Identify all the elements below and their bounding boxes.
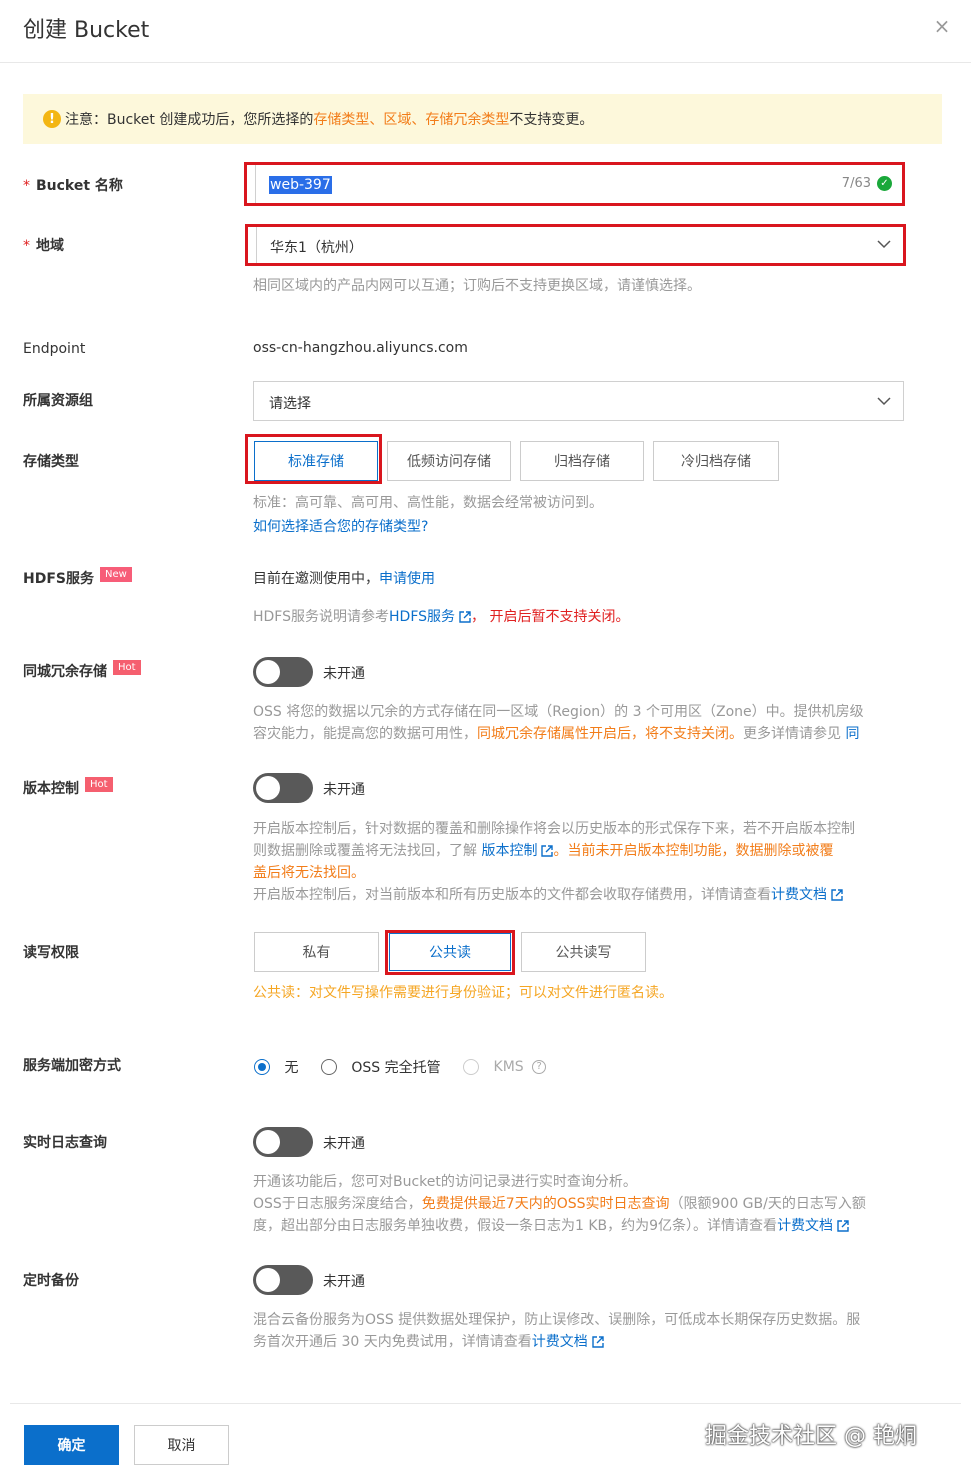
acl-help: 公共读：对文件写操作需要进行身份验证；可以对文件进行匿名读。 — [253, 985, 673, 1001]
endpoint-value: oss-cn-hangzhou.aliyuncs.com — [253, 340, 468, 356]
endpoint-label: Endpoint — [23, 341, 86, 357]
external-link-icon — [831, 889, 843, 901]
region-help: 相同区域内的产品内网可以互通；订购后不支持更换区域，请谨慎选择。 — [253, 278, 701, 294]
storage-class-label: 存储类型 — [23, 454, 79, 470]
versioning-state: 未开通 — [323, 782, 365, 798]
hdfs-doc-link[interactable]: HDFS服务 — [389, 609, 455, 625]
hot-badge: Hot — [85, 776, 113, 792]
hdfs-status: 目前在邀测使用中，申请使用 — [253, 571, 435, 587]
storage-class-guide-link[interactable]: 如何选择适合您的存储类型? — [253, 516, 428, 536]
hdfs-help: HDFS服务说明请参考HDFS服务， 开启后暂不支持关闭。 — [253, 609, 630, 625]
notice-storage-class: 存储类型 — [313, 112, 370, 128]
storage-class-help: 标准：高可靠、高可用、高性能，数据会经常被访问到。 — [253, 495, 603, 511]
resource-group-select[interactable]: 请选择 — [253, 381, 904, 421]
external-link-icon — [541, 845, 554, 857]
acl-public-read-write[interactable]: 公共读写 — [521, 932, 646, 972]
cancel-button[interactable]: 取消 — [134, 1425, 229, 1465]
header-divider — [0, 62, 971, 63]
backup-state: 未开通 — [323, 1274, 365, 1290]
acl-public-read[interactable]: 公共读 — [389, 933, 511, 971]
storage-class-archive[interactable]: 归档存储 — [520, 441, 644, 481]
versioning-billing-link[interactable]: 计费文档 — [771, 887, 827, 903]
bucket-name-label: * Bucket 名称 — [23, 178, 123, 194]
region-value: 华东1（杭州） — [270, 240, 363, 256]
hdfs-label: HDFS服务 New — [23, 566, 132, 588]
zrs-help: OSS 将您的数据以冗余的方式存储在同一区域（Region）的 3 个可用区（Z… — [253, 704, 864, 742]
realtime-log-state: 未开通 — [323, 1136, 365, 1152]
region-label: * 地域 — [23, 238, 64, 254]
external-link-icon — [459, 611, 471, 623]
notice-suffix: 不支持变更。 — [509, 112, 594, 128]
notice-prefix: 注意：Bucket 创建成功后，您所选择的 — [65, 112, 314, 128]
radio-encryption-none[interactable] — [254, 1059, 270, 1075]
encryption-options: 无 OSS 完全托管 KMS ? — [254, 1057, 547, 1077]
realtime-log-help: 开通该功能后，您可对Bucket的访问记录进行实时查询分析。 OSS于日志服务深… — [253, 1174, 866, 1234]
notice-region: 区域 — [383, 112, 412, 128]
region-select[interactable]: 华东1（杭州） — [245, 224, 906, 266]
backup-help: 混合云备份服务为OSS 提供数据处理保护，防止误修改、误删除，可低成本长期保存历… — [253, 1312, 861, 1350]
encryption-label: 服务端加密方式 — [23, 1058, 121, 1074]
watermark: 掘金技术社区 @ 艳烔 — [705, 1424, 917, 1449]
dialog-title: 创建 Bucket — [23, 18, 150, 43]
realtime-log-label: 实时日志查询 — [23, 1135, 107, 1151]
chevron-down-icon — [877, 397, 891, 406]
chevron-down-icon — [877, 240, 891, 249]
resource-group-placeholder: 请选择 — [269, 396, 311, 412]
bucket-name-value: web-397 — [269, 176, 332, 194]
hdfs-apply-link[interactable]: 申请使用 — [379, 571, 435, 587]
confirm-button[interactable]: 确定 — [24, 1425, 119, 1465]
external-link-icon — [592, 1336, 604, 1348]
versioning-doc-link[interactable]: 版本控制 — [481, 843, 537, 859]
acl-label: 读写权限 — [23, 945, 79, 961]
external-link-icon — [837, 1220, 849, 1232]
notice-banner: ! 注意：Bucket 创建成功后，您所选择的 存储类型 、 区域 、 存储冗余… — [23, 94, 942, 144]
backup-toggle[interactable] — [253, 1265, 313, 1295]
zrs-doc-link[interactable]: 同 — [845, 726, 859, 742]
resource-group-label: 所属资源组 — [23, 393, 93, 409]
zrs-toggle[interactable] — [253, 657, 313, 687]
zrs-state: 未开通 — [323, 666, 365, 682]
versioning-help: 开启版本控制后，针对数据的覆盖和删除操作将会以历史版本的形式保存下来，若不开启版… — [253, 821, 855, 903]
bucket-name-input[interactable]: web-397 7/63 ✓ — [244, 162, 905, 206]
footer-divider — [10, 1403, 961, 1404]
versioning-toggle[interactable] — [253, 773, 313, 803]
storage-class-ia[interactable]: 低频访问存储 — [387, 441, 511, 481]
bucket-name-counter: 7/63 ✓ — [842, 176, 892, 191]
versioning-label: 版本控制 Hot — [23, 776, 113, 798]
close-icon[interactable]: × — [930, 14, 954, 38]
backup-billing-link[interactable]: 计费文档 — [532, 1334, 588, 1350]
radio-encryption-oss[interactable] — [320, 1059, 337, 1075]
notice-redundancy: 存储冗余类型 — [425, 112, 510, 128]
realtime-log-toggle[interactable] — [253, 1127, 313, 1157]
storage-class-cold-archive[interactable]: 冷归档存储 — [653, 441, 779, 481]
help-circle-icon[interactable]: ? — [532, 1060, 547, 1074]
realtime-log-billing-link[interactable]: 计费文档 — [777, 1218, 833, 1234]
storage-class-standard[interactable]: 标准存储 — [254, 441, 378, 481]
backup-label: 定时备份 — [23, 1273, 79, 1289]
check-circle-icon: ✓ — [877, 176, 892, 191]
radio-encryption-kms[interactable] — [463, 1059, 480, 1075]
warning-icon: ! — [43, 110, 61, 128]
acl-private[interactable]: 私有 — [254, 932, 379, 972]
hot-badge: Hot — [113, 659, 141, 675]
new-badge: New — [99, 566, 132, 582]
zrs-label: 同城冗余存储 Hot — [23, 659, 141, 681]
